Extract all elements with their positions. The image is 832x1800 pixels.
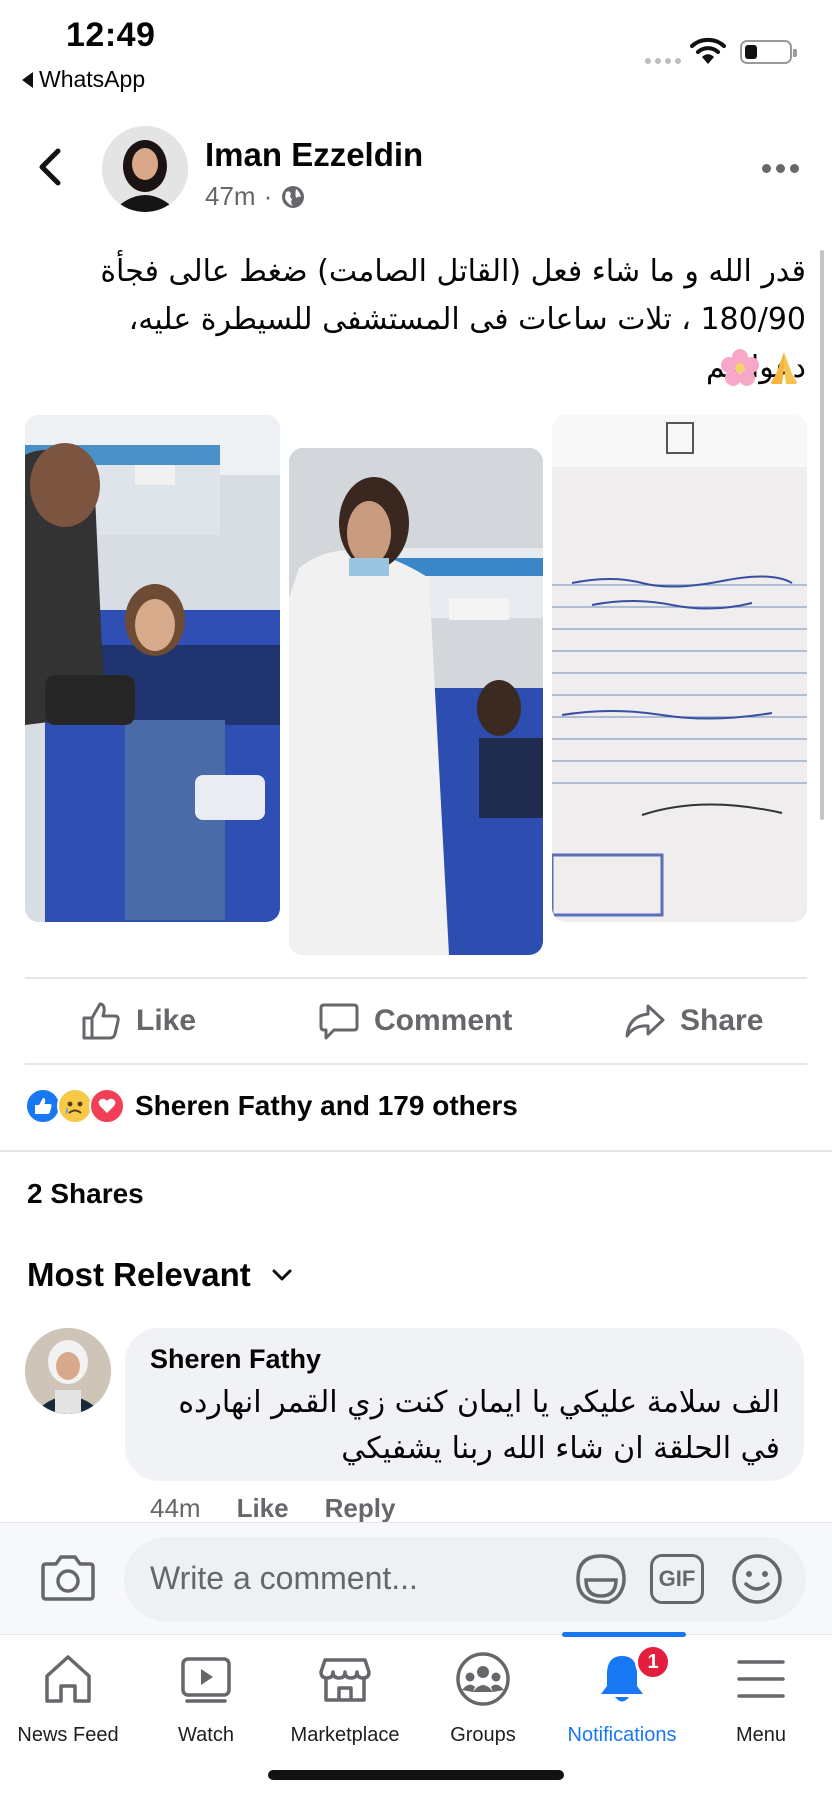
doctor-photo[interactable]: [289, 448, 543, 955]
tab-news-feed[interactable]: News Feed: [3, 1650, 133, 1747]
home-icon: [45, 1655, 91, 1703]
tab-label: News Feed: [17, 1724, 119, 1746]
meta-separator: ·: [263, 181, 273, 211]
cherry-blossom-icon: [721, 349, 759, 386]
comment-sort-dropdown[interactable]: Most Relevant: [27, 1256, 293, 1294]
post-meta: 47m ·: [205, 181, 306, 212]
wifi-icon: [690, 37, 726, 64]
back-chevron-icon[interactable]: [32, 145, 68, 189]
like-button[interactable]: Like: [80, 1000, 196, 1042]
marketplace-icon: [319, 1658, 371, 1702]
menu-icon: [737, 1660, 785, 1698]
commenter-name[interactable]: Sheren Fathy: [150, 1344, 321, 1375]
like-label: Like: [136, 1004, 197, 1037]
back-to-app-link[interactable]: WhatsApp: [22, 66, 145, 93]
sticker-icon[interactable]: [574, 1552, 628, 1606]
comment-like-link[interactable]: Like: [237, 1493, 289, 1524]
like-reaction-icon: [25, 1088, 61, 1124]
cellular-signal-icon: [645, 58, 681, 64]
commenter-avatar[interactable]: [25, 1328, 111, 1414]
thumbs-up-icon: [82, 1002, 120, 1040]
watch-icon: [181, 1657, 231, 1703]
comment-label: Comment: [374, 1004, 513, 1037]
tab-label: Groups: [450, 1724, 516, 1746]
author-avatar[interactable]: [102, 126, 188, 212]
tab-label: Menu: [735, 1724, 787, 1746]
status-time: 12:49: [66, 16, 156, 54]
more-options-icon[interactable]: [762, 164, 799, 173]
divider: [25, 977, 807, 979]
post-author-name[interactable]: Iman Ezzeldin: [205, 136, 423, 174]
comment-meta: 44m Like Reply: [150, 1493, 395, 1524]
home-indicator: [268, 1770, 564, 1780]
share-arrow-icon: [625, 1004, 665, 1038]
post-emojis: [720, 348, 804, 388]
post-time: 47m: [205, 181, 256, 211]
love-reaction-icon: [89, 1088, 125, 1124]
groups-icon: [456, 1652, 510, 1706]
share-label: Share: [680, 1004, 764, 1037]
medical-report-photo[interactable]: [552, 415, 807, 922]
reactions-summary[interactable]: Sheren Fathy and 179 others: [25, 1088, 518, 1124]
emoji-icon[interactable]: [730, 1552, 784, 1606]
comment-text: الف سلامة عليكي يا ايمان كنت زي القمر ان…: [178, 1385, 780, 1466]
reactions-text: Sheren Fathy and 179 others: [135, 1090, 518, 1121]
tab-label: Notifications: [567, 1724, 677, 1746]
globe-icon: [282, 185, 305, 208]
tab-label: Watch: [178, 1724, 234, 1746]
comment-button[interactable]: Comment: [318, 1000, 512, 1042]
patient-bed-photo[interactable]: [25, 415, 280, 922]
shares-count[interactable]: 2 Shares: [27, 1178, 144, 1210]
tab-watch[interactable]: Watch: [141, 1650, 271, 1747]
back-triangle-icon: [22, 71, 33, 88]
camera-icon[interactable]: [40, 1552, 96, 1602]
divider: [25, 1063, 807, 1065]
chevron-down-icon: [272, 1269, 292, 1281]
sad-reaction-icon: [57, 1088, 93, 1124]
sort-label: Most Relevant: [27, 1256, 251, 1293]
tab-groups[interactable]: Groups: [418, 1650, 548, 1747]
tab-menu[interactable]: Menu: [696, 1650, 826, 1747]
share-button[interactable]: Share: [624, 1000, 763, 1042]
comment-input-placeholder: Write a comment...: [150, 1560, 418, 1596]
comment-time: 44m: [150, 1493, 201, 1523]
pray-icon: [770, 352, 798, 384]
divider: [0, 1150, 832, 1152]
tab-label: Marketplace: [290, 1724, 400, 1746]
back-app-label: WhatsApp: [39, 66, 146, 92]
notification-badge: 1: [635, 1644, 671, 1680]
gif-button[interactable]: GIF: [650, 1554, 704, 1604]
comment-reply-link[interactable]: Reply: [325, 1493, 396, 1524]
post-text: قدر الله و ما شاء فعل (القاتل الصامت) ضغ…: [100, 254, 806, 385]
battery-icon: [740, 40, 797, 64]
active-tab-indicator: [562, 1632, 686, 1637]
comment-icon: [319, 1003, 359, 1040]
tab-notifications[interactable]: 1 Notifications: [557, 1644, 687, 1747]
scrollbar[interactable]: [820, 250, 824, 820]
tab-marketplace[interactable]: Marketplace: [280, 1650, 410, 1747]
